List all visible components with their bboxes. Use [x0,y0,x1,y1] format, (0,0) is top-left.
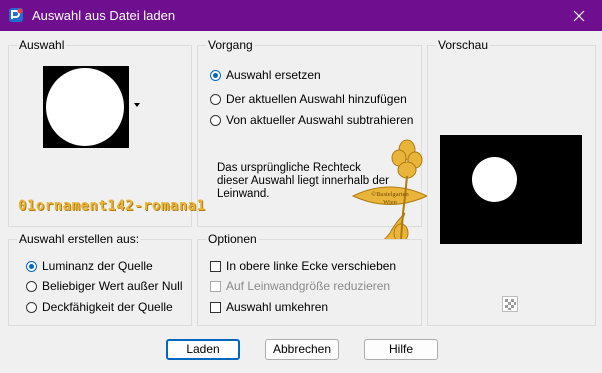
vorgang-group-label: Vorgang [206,38,255,52]
radio-auswahl-ersetzen[interactable]: Auswahl ersetzen [210,67,321,83]
radio-label: Luminanz der Quelle [42,259,153,273]
checkerboard-icon [505,299,516,310]
close-icon [573,10,585,21]
help-button[interactable]: Hilfe [364,339,438,360]
checkbox-label: Auswahl umkehren [226,300,329,314]
vorschau-group-label: Vorschau [436,38,491,52]
watermark-logo-text-2: Wien [383,199,398,206]
radio-auswahl-hinzufuegen[interactable]: Der aktuellen Auswahl hinzufügen [210,91,407,107]
erstellen-group: Auswahl erstellen aus: Luminanz der Quel… [8,232,192,326]
close-button[interactable] [556,0,602,31]
selection-thumbnail-dropdown[interactable] [43,66,140,148]
radio-button [26,280,37,292]
dropdown-arrow-icon [134,103,140,107]
erstellen-group-label: Auswahl erstellen aus: [17,232,142,246]
radio-deckfaehigkeit[interactable]: Deckfähigkeit der Quelle [26,299,173,315]
selection-thumbnail-circle [46,68,124,146]
radio-beliebiger-wert[interactable]: Beliebiger Wert außer Null [26,278,183,294]
radio-button [210,114,221,126]
checkbox [210,260,221,272]
checkbox-obere-linke-ecke[interactable]: In obere linke Ecke verschieben [210,258,396,274]
window-title: Auswahl aus Datei laden [32,8,176,23]
checkbox-disabled [210,280,221,292]
title-bar: Auswahl aus Datei laden [0,0,602,31]
radio-button [210,93,221,105]
checkbox-label: Auf Leinwandgröße reduzieren [226,279,391,293]
checkbox-label: In obere linke Ecke verschieben [226,259,397,273]
cancel-button[interactable]: Abbrechen [265,339,339,360]
app-icon [9,8,23,22]
watermark-selection-name: 01ornament142-romana1 [18,198,206,214]
optionen-group-label: Optionen [206,232,259,246]
preview-canvas [440,135,582,244]
radio-button-selected [210,69,221,81]
radio-button-selected [26,260,37,272]
transparency-toggle-button[interactable] [502,296,518,312]
radio-button [26,301,37,313]
radio-auswahl-subtrahieren[interactable]: Von aktueller Auswahl subtrahieren [210,112,413,128]
vorschau-group: Vorschau [427,38,596,326]
radio-label: Deckfähigkeit der Quelle [42,300,173,314]
radio-label: Auswahl ersetzen [226,68,321,82]
auswahl-group-label: Auswahl [17,38,67,52]
radio-label: Von aktueller Auswahl subtrahieren [226,113,414,127]
radio-label: Beliebiger Wert außer Null [42,279,183,293]
watermark-logo-text: ©Bastelgarten [371,191,409,198]
radio-luminanz[interactable]: Luminanz der Quelle [26,258,153,274]
load-button[interactable]: Laden [166,339,240,360]
checkbox-auswahl-umkehren[interactable]: Auswahl umkehren [210,299,328,315]
optionen-group: Optionen In obere linke Ecke verschieben… [197,232,422,326]
checkbox [210,301,221,313]
checkbox-leinwandgroesse: Auf Leinwandgröße reduzieren [210,278,390,294]
preview-selection-circle [472,157,517,202]
radio-label: Der aktuellen Auswahl hinzufügen [226,92,407,106]
